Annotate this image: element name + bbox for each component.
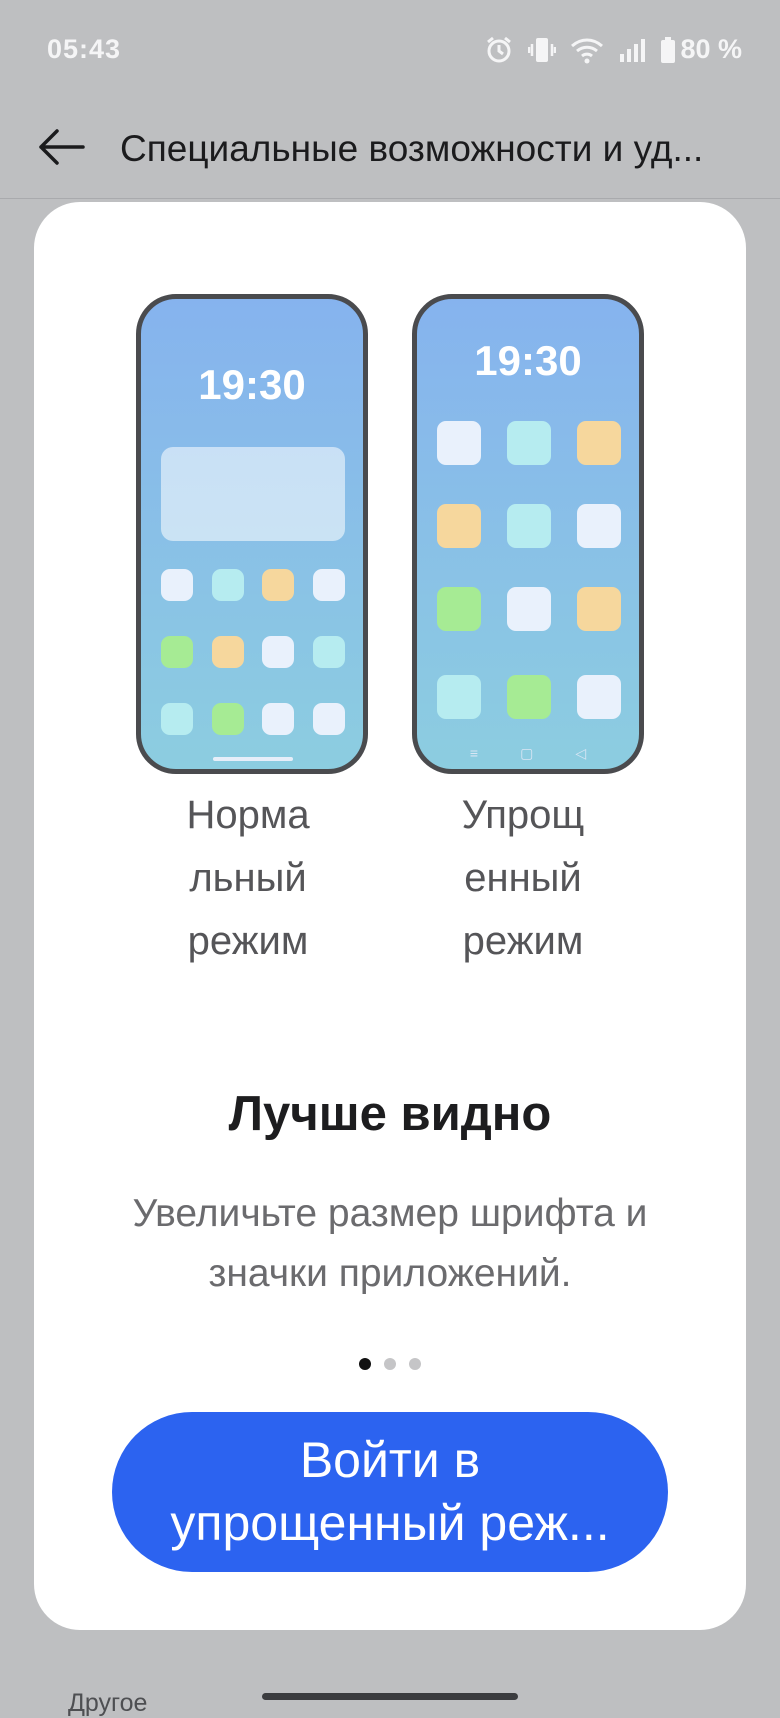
app-tile <box>262 569 294 601</box>
wifi-icon <box>570 36 604 64</box>
vibrate-icon <box>528 35 557 65</box>
app-tile <box>577 504 621 548</box>
button-label-line2: упрощенный реж... <box>170 1495 610 1551</box>
app-tile <box>313 636 345 668</box>
app-tile <box>212 569 244 601</box>
signal-icon <box>618 36 646 64</box>
app-tile <box>507 421 551 465</box>
arrow-left-icon <box>37 127 85 172</box>
app-tile <box>577 421 621 465</box>
section-header-other: Другое <box>68 1689 148 1717</box>
status-icons: 80 % <box>484 34 742 65</box>
phone-clock: 19:30 <box>474 337 582 384</box>
app-tile <box>313 569 345 601</box>
page-dot-active <box>359 1358 371 1370</box>
menu-icon: ≡ <box>469 745 479 761</box>
app-tile <box>161 569 193 601</box>
home-icon: ▢ <box>520 745 534 761</box>
app-tile <box>262 703 294 735</box>
app-tile <box>507 504 551 548</box>
battery-percent: 80 % <box>680 34 742 64</box>
app-tile <box>577 587 621 631</box>
enter-simple-mode-button[interactable]: Войти в упрощенный реж... <box>112 1412 668 1572</box>
app-tile <box>212 703 244 735</box>
page-title: Специальные возможности и уд... <box>120 128 704 169</box>
button-label-line1: Войти в <box>299 1432 481 1488</box>
simple-mode-phone-illustration: 19:30 ≡ ▢ ◁ <box>412 294 644 774</box>
app-tile <box>262 636 294 668</box>
page-dot <box>409 1358 421 1370</box>
phone-clock: 19:30 <box>198 361 306 408</box>
app-tile <box>313 703 345 735</box>
alarm-icon <box>484 35 514 65</box>
app-tile <box>507 675 551 719</box>
simple-mode-label: Упрощ енный режим <box>461 793 585 963</box>
gesture-navigation-bar[interactable] <box>262 1693 518 1700</box>
mode-preview: 19:30 19:30 ≡ ▢ ◁ Норма льный режим Упро… <box>34 202 746 1002</box>
battery-indicator: 80 % <box>660 34 742 65</box>
app-tile <box>161 636 193 668</box>
app-tile <box>437 675 481 719</box>
feature-headline: Лучше видно <box>228 1087 552 1141</box>
normal-mode-phone-illustration: 19:30 <box>136 294 368 774</box>
app-tile <box>437 421 481 465</box>
back-icon: ◁ <box>575 745 587 761</box>
app-tile <box>437 587 481 631</box>
app-tile <box>161 703 193 735</box>
battery-icon <box>660 36 676 64</box>
status-bar: 05:43 80 % <box>0 0 780 100</box>
page-indicator <box>34 1358 746 1370</box>
app-tile <box>212 636 244 668</box>
nav-bar-illustration: ≡ ▢ ◁ <box>417 745 639 762</box>
feature-description: Увеличьте размер шрифта и значки приложе… <box>132 1192 648 1295</box>
app-tile <box>577 675 621 719</box>
back-button[interactable] <box>34 122 88 176</box>
widget-placeholder <box>161 447 345 541</box>
app-bar: Специальные возможности и уд... <box>0 100 780 199</box>
status-time: 05:43 <box>47 34 122 64</box>
onboarding-card: 19:30 19:30 ≡ ▢ ◁ Норма льный режим Упро… <box>34 202 746 1630</box>
page-dot <box>384 1358 396 1370</box>
app-tile <box>507 587 551 631</box>
normal-mode-label: Норма льный режим <box>186 793 310 963</box>
home-indicator <box>213 757 293 761</box>
app-tile <box>437 504 481 548</box>
